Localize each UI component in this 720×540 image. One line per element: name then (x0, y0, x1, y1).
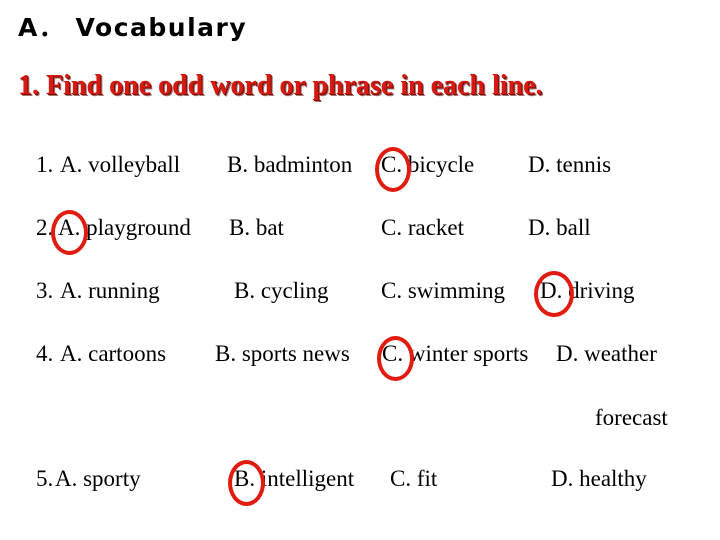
question-3-option-a[interactable]: A. running (60, 278, 160, 304)
question-4-wrapped-text: forecast (595, 405, 668, 430)
question-1-option-b[interactable]: B. badminton (227, 152, 352, 178)
question-5-number: 5. (36, 466, 54, 491)
question-4-option-c[interactable]: C. winter sports (382, 341, 528, 367)
question-2-option-b[interactable]: B. bat (229, 215, 284, 241)
question-3-option-c[interactable]: C. swimming (381, 278, 505, 304)
question-4-option-d[interactable]: D. weather (556, 341, 657, 367)
question-3-option-b[interactable]: B. cycling (234, 278, 329, 304)
question-2-option-d[interactable]: D. ball (528, 215, 591, 241)
question-5-option-a[interactable]: A. sporty (55, 466, 141, 492)
question-5-option-d[interactable]: D. healthy (551, 466, 647, 492)
question-1-number: 1. (36, 152, 54, 177)
question-1-option-c[interactable]: C. bicycle (381, 152, 474, 178)
question-row-5: 5. A. sporty B. intelligent C. fit D. he… (0, 460, 720, 512)
section-heading: A． Vocabulary (18, 13, 248, 42)
question-3-number: 3. (36, 278, 54, 303)
worksheet-page: A． Vocabulary 1. Find one odd word or ph… (0, 0, 720, 540)
question-2-option-a[interactable]: A. playground (58, 215, 191, 241)
question-2-option-c[interactable]: C. racket (381, 215, 464, 241)
task-heading: 1. Find one odd word or phrase in each l… (18, 70, 543, 101)
question-2-number: 2. (36, 215, 54, 240)
question-row-2: 2. A. playground B. bat C. racket D. bal… (0, 210, 720, 261)
question-1-option-a[interactable]: A. volleyball (60, 152, 180, 178)
question-5-option-b[interactable]: B. intelligent (234, 466, 354, 492)
question-3-option-d[interactable]: D. driving (540, 278, 635, 304)
question-1-option-d[interactable]: D. tennis (528, 152, 611, 178)
question-4-option-a[interactable]: A. cartoons (60, 341, 166, 367)
question-row-1: 1. A. volleyball B. badminton C. bicycle… (0, 147, 720, 198)
question-4-option-b[interactable]: B. sports news (215, 341, 350, 367)
question-5-option-c[interactable]: C. fit (390, 466, 437, 492)
question-row-4: 4. A. cartoons B. sports news C. winter … (0, 336, 720, 387)
question-4-number: 4. (36, 341, 54, 366)
question-row-3: 3. A. running B. cycling C. swimming D. … (0, 271, 720, 324)
